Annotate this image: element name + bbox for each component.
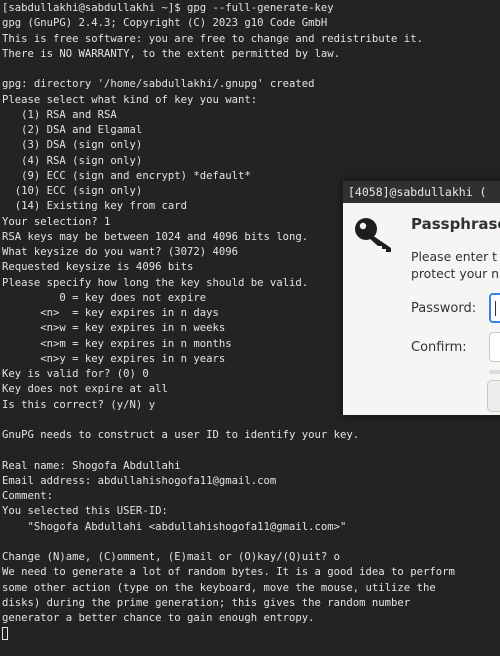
terminal-line: disks) during the prime generation; this… [2,596,411,609]
dialog-titlebar[interactable]: [4058]@sabdullakhi ( [343,181,500,203]
confirm-label: Confirm: [411,340,467,355]
terminal-line: [sabdullakhi@sabdullakhi ~]$ gpg --full-… [2,2,334,14]
terminal-line: There is NO WARRANTY, to the extent perm… [2,47,341,60]
dialog-button[interactable] [487,380,500,412]
dialog-description: Please enter t protect your n [411,249,500,281]
terminal-line: Email address: abdullahishogofa11@gmail.… [2,474,277,487]
password-field[interactable] [489,293,500,323]
terminal-line: (2) DSA and Elgamal [2,124,143,136]
pinentry-dialog: [4058]@sabdullakhi ( Passphrases Please … [342,180,500,416]
terminal-line: This is free software: you are free to c… [2,32,423,45]
terminal-line: (1) RSA and RSA [2,108,117,121]
terminal-line: gpg (GnuPG) 2.4.3; Copyright (C) 2023 g1… [2,17,328,30]
terminal-line: Change (N)ame, (C)omment, (E)mail or (O)… [2,551,341,563]
terminal-line: (4) RSA (sign only) [2,154,143,167]
password-label: Password: [411,301,477,316]
terminal-line: some other action (type on the keyboard,… [2,581,436,594]
terminal-line: Please select what kind of key you want: [2,93,258,106]
terminal-line: Comment: [2,490,54,502]
key-icon [355,218,391,252]
confirm-field[interactable] [489,332,500,362]
terminal-line: GnuPG needs to construct a user ID to id… [2,429,360,441]
terminal-line: gpg: directory '/home/sabdullakhi/.gnupg… [2,78,315,91]
terminal-cursor [2,626,8,640]
terminal-line: (3) DSA (sign only) [2,139,143,152]
terminal-line: Real name: Shogofa Abdullahi [2,459,181,472]
terminal-cursor-line [2,626,455,641]
terminal-line: generator a better chance to gain enough… [2,612,315,624]
passphrase-quality-bar [489,370,500,374]
terminal-line: You selected this USER-ID: [2,505,168,518]
terminal-line: "Shogofa Abdullahi <abdullahishogofa11@g… [2,520,347,533]
dialog-heading: Passphrases [411,215,500,233]
terminal-line: We need to generate a lot of random byte… [2,566,455,579]
